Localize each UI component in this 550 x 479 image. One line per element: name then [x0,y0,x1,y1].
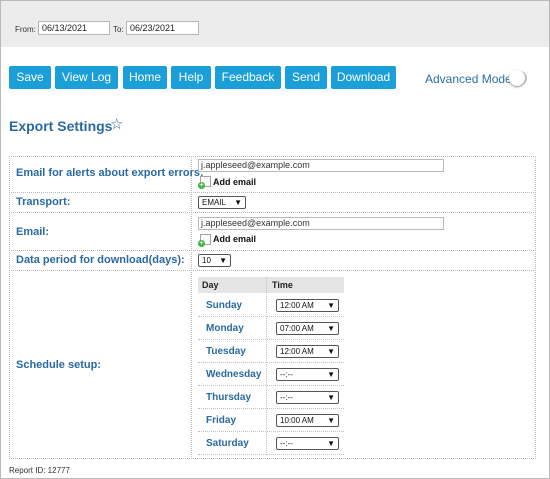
add-alert-email-link[interactable]: Add email [213,177,256,187]
time-select-thursday[interactable]: --:-- ▼ [276,391,339,404]
transport-label: Transport: [16,196,71,208]
chevron-down-icon: ▼ [327,416,335,425]
chevron-down-icon: ▼ [234,198,242,207]
download-button[interactable]: Download [331,66,396,89]
chevron-down-icon: ▼ [327,370,335,379]
time-select-value: 12:00 AM [280,301,314,310]
time-select-wednesday[interactable]: --:-- ▼ [276,368,339,381]
time-select-value: --:-- [280,439,293,448]
schedule-day-saturday: Saturday [206,438,249,449]
time-select-sunday[interactable]: 12:00 AM ▼ [276,299,339,312]
time-select-value: 12:00 AM [280,347,314,356]
time-select-value: --:-- [280,393,293,402]
plus-icon: + [198,240,205,247]
data-period-select[interactable]: 10 ▼ [198,254,231,267]
chevron-down-icon: ▼ [219,256,227,265]
schedule-day-monday: Monday [206,323,244,334]
from-label: From: [15,25,36,34]
data-period-select-value: 10 [202,256,211,265]
time-select-saturday[interactable]: --:-- ▼ [276,437,339,450]
row-divider [9,212,536,213]
toggle-knob [509,70,525,86]
time-select-monday[interactable]: 07:00 AM ▼ [276,322,339,335]
schedule-day-sunday: Sunday [206,300,243,311]
email-label: Email: [16,226,50,238]
add-email-icon[interactable]: + [198,176,211,189]
advanced-mode-label: Advanced Mode [425,72,512,86]
schedule-column-divider [266,277,267,455]
schedule-table-header [198,277,344,293]
schedule-day-tuesday: Tuesday [206,346,246,357]
send-button[interactable]: Send [285,66,327,89]
save-button[interactable]: Save [9,66,51,89]
add-email-link[interactable]: Add email [213,234,256,244]
schedule-row-divider [198,362,344,363]
time-select-value: 07:00 AM [280,324,314,333]
schedule-day-thursday: Thursday [206,392,252,403]
schedule-row-divider [198,431,344,432]
settings-column-divider [191,156,192,459]
transport-select[interactable]: EMAIL ▼ [198,196,246,209]
add-email-icon[interactable]: + [198,234,211,247]
feedback-button[interactable]: Feedback [215,66,281,89]
chevron-down-icon: ▼ [327,301,335,310]
plus-icon: + [198,182,205,189]
schedule-row-divider [198,454,344,455]
home-button[interactable]: Home [123,66,167,89]
schedule-table: Day Time Sunday 12:00 AM ▼ Monday 07:00 … [198,277,344,455]
schedule-row-divider [198,316,344,317]
page-title: Export Settings [9,118,113,134]
email-input[interactable]: j.appleseed@example.com [198,217,444,230]
schedule-day-friday: Friday [206,415,237,426]
alerts-email-input[interactable]: j.appleseed@example.com [198,159,444,172]
star-outline-icon[interactable]: ☆ [110,117,123,133]
view-log-button[interactable]: View Log [55,66,118,89]
time-select-tuesday[interactable]: 12:00 AM ▼ [276,345,339,358]
chevron-down-icon: ▼ [327,439,335,448]
time-column-header: Time [272,280,293,290]
transport-select-value: EMAIL [202,198,227,207]
chevron-down-icon: ▼ [327,393,335,402]
row-divider [9,250,536,251]
from-date-input[interactable]: 06/13/2021 [38,21,110,35]
advanced-mode-toggle[interactable] [509,70,527,86]
time-select-value: --:-- [280,370,293,379]
row-divider [9,270,536,271]
day-column-header: Day [202,280,219,290]
alerts-email-label: Email for alerts about export errors: [16,167,204,179]
to-label: To: [113,25,124,34]
data-period-label: Data period for download(days): [16,254,185,266]
report-id: Report ID: 12777 [9,466,70,475]
schedule-row-divider [198,339,344,340]
chevron-down-icon: ▼ [327,324,335,333]
schedule-setup-label: Schedule setup: [16,359,101,371]
schedule-row-divider [198,408,344,409]
help-button[interactable]: Help [171,66,211,89]
to-date-input[interactable]: 06/23/2021 [126,21,199,35]
chevron-down-icon: ▼ [327,347,335,356]
time-select-value: 10:00 AM [280,416,314,425]
schedule-row-divider [198,385,344,386]
row-divider [9,192,536,193]
schedule-day-wednesday: Wednesday [206,369,262,380]
time-select-friday[interactable]: 10:00 AM ▼ [276,414,339,427]
